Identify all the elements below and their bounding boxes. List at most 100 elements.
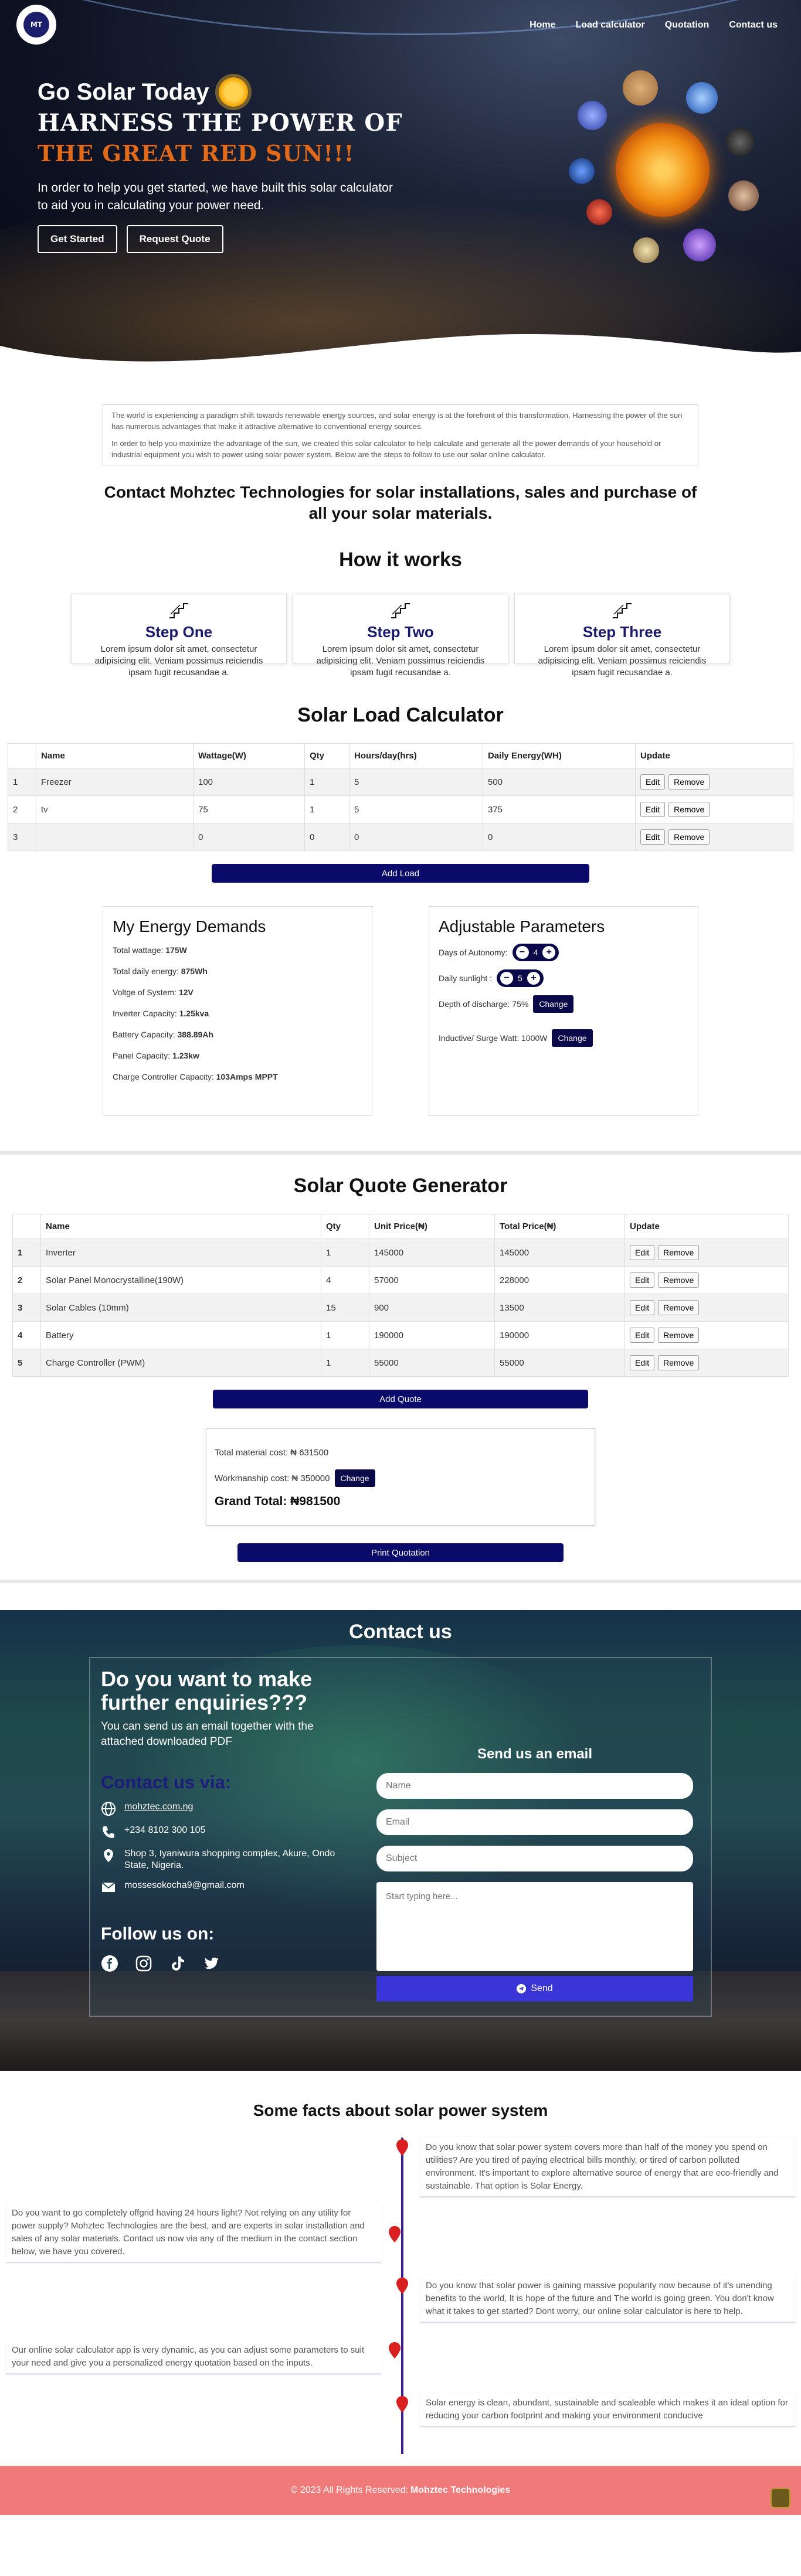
globe-icon: [101, 1802, 116, 1816]
change-surge-button[interactable]: Change: [552, 1029, 593, 1047]
change-discharge-button[interactable]: Change: [533, 995, 574, 1013]
step-title: Step Three: [582, 623, 662, 641]
message-field[interactable]: [376, 1882, 693, 1971]
nav-load-calculator[interactable]: Load calculator: [576, 20, 645, 30]
minus-icon[interactable]: −: [500, 972, 514, 985]
col-hours: Hours/day(hrs): [349, 743, 483, 768]
edit-button[interactable]: Edit: [630, 1300, 655, 1315]
energy-line: Battery Capacity: 388.89Ah: [113, 1024, 362, 1045]
cell-hours: 0: [349, 823, 483, 851]
plus-icon[interactable]: +: [527, 972, 540, 985]
edit-button[interactable]: Edit: [640, 802, 666, 817]
cell-update: Edit Remove: [635, 795, 793, 823]
parameters-title: Adjustable Parameters: [439, 917, 605, 935]
table-row: 3 Solar Cables (10mm) 15 900 13500 Edit R…: [12, 1294, 789, 1322]
edit-button[interactable]: Edit: [640, 774, 666, 790]
autonomy-row: Days of Autonomy: − 4 +: [439, 940, 688, 965]
edit-button[interactable]: Edit: [630, 1272, 655, 1288]
nav-quotation[interactable]: Quotation: [665, 20, 710, 30]
email-field[interactable]: [376, 1809, 693, 1835]
col-qty: Qty: [321, 1214, 369, 1239]
facebook-icon[interactable]: [101, 1955, 118, 1972]
col-qty: Qty: [304, 743, 349, 768]
fact-item: Our online solar calculator app is very …: [6, 2340, 381, 2374]
website-link[interactable]: mohztec.com.ng: [124, 1801, 193, 1813]
table-row: 5 Charge Controller (PWM) 1 55000 55000 …: [12, 1349, 789, 1377]
hero-buttons: Get Started Request Quote: [38, 225, 413, 253]
remove-button[interactable]: Remove: [658, 1355, 700, 1370]
remove-button[interactable]: Remove: [658, 1245, 700, 1260]
cell-qty: 1: [321, 1321, 369, 1349]
facts-timeline: Do you know that solar power system cove…: [0, 2138, 801, 2466]
name-field[interactable]: [376, 1773, 693, 1799]
contact-via-heading: Contact us via:: [101, 1772, 232, 1792]
cell-total-price: 145000: [494, 1238, 625, 1267]
energy-value: 875Wh: [181, 967, 208, 976]
map-pin-icon: [389, 2342, 400, 2359]
nav-contact[interactable]: Contact us: [729, 20, 778, 30]
table-row: 2 Solar Panel Monocrystalline(190W) 4 57…: [12, 1266, 789, 1294]
change-workmanship-button[interactable]: Change: [334, 1469, 375, 1487]
add-load-button[interactable]: Add Load: [212, 864, 589, 883]
twitter-icon[interactable]: [203, 1955, 220, 1972]
discharge-row: Depth of discharge: 75% Change: [439, 991, 688, 1017]
planet-blue: [569, 158, 595, 184]
cell-unit-price: 145000: [369, 1238, 495, 1267]
cell-total-price: 13500: [494, 1294, 625, 1322]
col-name: Name: [40, 1214, 321, 1239]
cell-unit-price: 190000: [369, 1321, 495, 1349]
logo-mark: MT: [23, 12, 49, 38]
remove-button[interactable]: Remove: [658, 1328, 700, 1343]
info-paragraph-1: The world is experiencing a paradigm shi…: [111, 411, 683, 431]
email-address[interactable]: mossesokocha9@gmail.com: [124, 1880, 245, 1891]
send-icon: [517, 1984, 527, 1993]
map-pin-icon: [389, 2226, 400, 2242]
quote-table: Name Qty Unit Price(₦) Total Price(₦) Up…: [12, 1214, 789, 1377]
energy-label: Voltge of System:: [113, 988, 177, 997]
quote-section: Solar Quote Generator Name Qty Unit Pric…: [0, 1151, 801, 1583]
instagram-icon[interactable]: [135, 1955, 152, 1972]
cell-name: Inverter: [40, 1238, 321, 1267]
edit-button[interactable]: Edit: [630, 1328, 655, 1343]
tiktok-icon[interactable]: [169, 1955, 186, 1972]
cell-index: 5: [12, 1349, 41, 1377]
cell-qty: 15: [321, 1294, 369, 1322]
get-started-button[interactable]: Get Started: [38, 225, 117, 253]
remove-button[interactable]: Remove: [668, 774, 710, 790]
cell-total-price: 228000: [494, 1266, 625, 1294]
send-button[interactable]: Send: [376, 1976, 693, 2002]
envelope-icon: [101, 1882, 116, 1892]
energy-demands-title: My Energy Demands: [113, 917, 266, 935]
copyright-text: © 2023 All Rights Reserved:: [290, 2485, 408, 2495]
step-text: Lorem ipsum dolor sit amet, consectetur …: [316, 644, 485, 678]
add-quote-button[interactable]: Add Quote: [213, 1390, 588, 1408]
subject-field[interactable]: [376, 1846, 693, 1871]
request-quote-button[interactable]: Request Quote: [126, 225, 223, 253]
form-title: Send us an email: [477, 1746, 593, 1762]
website-item: mohztec.com.ng: [101, 1801, 359, 1816]
scroll-to-top-button[interactable]: [771, 2488, 790, 2508]
edit-button[interactable]: Edit: [630, 1355, 655, 1370]
cell-update: Edit Remove: [624, 1266, 789, 1294]
remove-button[interactable]: Remove: [668, 829, 710, 845]
col-unit-price: Unit Price(₦): [369, 1214, 495, 1239]
enquiries-heading: Do you want to make further enquiries???: [101, 1667, 313, 1714]
plus-icon[interactable]: +: [542, 946, 556, 959]
remove-button[interactable]: Remove: [658, 1272, 700, 1288]
hero-section: MT Home Load calculator Quotation Contac…: [0, 0, 801, 375]
fact-item: Solar energy is clean, abundant, sustain…: [420, 2393, 795, 2427]
cell-name: [36, 823, 194, 851]
edit-button[interactable]: Edit: [630, 1245, 655, 1260]
print-quotation-button[interactable]: Print Quotation: [237, 1543, 564, 1562]
remove-button[interactable]: Remove: [668, 802, 710, 817]
minus-icon[interactable]: −: [515, 946, 529, 959]
nav-home[interactable]: Home: [530, 20, 555, 30]
contact-info: Do you want to make further enquiries???…: [101, 1668, 359, 1972]
edit-button[interactable]: Edit: [640, 829, 666, 845]
table-row: 3 0 0 0 0 Edit Remove: [8, 823, 793, 851]
logo[interactable]: MT: [16, 5, 56, 45]
cell-total-price: 55000: [494, 1349, 625, 1377]
remove-button[interactable]: Remove: [658, 1300, 700, 1315]
planet-violet: [683, 229, 716, 261]
phone-number[interactable]: +234 8102 300 105: [124, 1825, 205, 1836]
